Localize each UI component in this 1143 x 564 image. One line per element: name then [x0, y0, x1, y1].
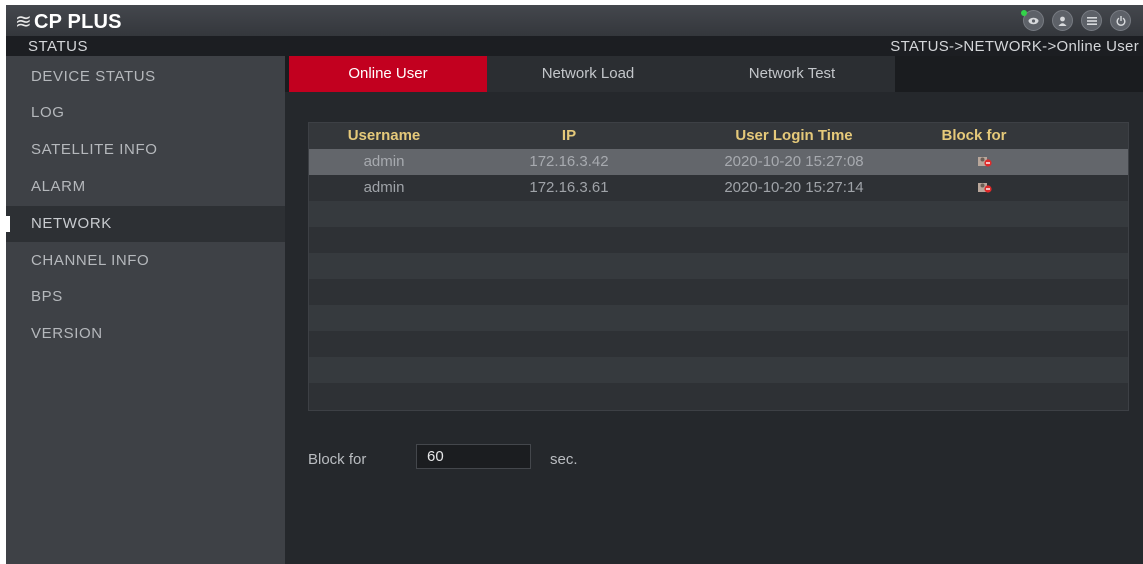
empty-row — [309, 253, 1128, 279]
table-row[interactable]: admin 172.16.3.61 2020-10-20 15:27:14 — [309, 175, 1128, 201]
block-user-icon[interactable] — [978, 155, 992, 167]
sidebar-item-version[interactable]: VERSION — [6, 316, 285, 352]
sidebar-item-channel-info[interactable]: CHANNEL INFO — [6, 243, 285, 279]
cell-login-time: 2020-10-20 15:27:14 — [724, 179, 864, 196]
cell-username: admin — [363, 153, 405, 170]
live-view-icon[interactable] — [1021, 10, 1044, 31]
cell-ip: 172.16.3.42 — [529, 153, 609, 170]
breadcrumb: STATUS->NETWORK->Online User — [890, 38, 1139, 55]
user-icon[interactable] — [1052, 10, 1073, 31]
sidebar: DEVICE STATUS LOG SATELLITE INFO ALARM N… — [6, 56, 285, 564]
sidebar-item-label: NETWORK — [31, 215, 112, 232]
empty-row — [309, 279, 1128, 305]
logo-text: CP PLUS — [33, 11, 122, 33]
sidebar-item-device-status[interactable]: DEVICE STATUS — [6, 59, 285, 95]
block-duration-input[interactable]: 60 — [416, 444, 531, 469]
top-bar: ≋ CP PLUS — [6, 5, 1143, 36]
block-user-icon[interactable] — [978, 181, 992, 193]
menu-icon[interactable] — [1081, 10, 1102, 31]
sidebar-item-bps[interactable]: BPS — [6, 279, 285, 315]
cell-login-time: 2020-10-20 15:27:08 — [724, 153, 864, 170]
cell-ip: 172.16.3.61 — [529, 179, 609, 196]
main-content: Online User Network Load Network Test Us… — [285, 56, 1143, 564]
tab-network-test[interactable]: Network Test — [689, 56, 895, 92]
cell-username: admin — [363, 179, 405, 196]
toolbar-icons — [1021, 10, 1131, 31]
brand-logo: ≋ CP PLUS — [15, 9, 122, 34]
active-marker — [6, 216, 10, 232]
logo-mark-icon: ≋ — [15, 11, 32, 33]
table-header: Username IP User Login Time Block for — [309, 123, 1128, 149]
table-row[interactable]: admin 172.16.3.42 2020-10-20 15:27:08 — [309, 149, 1128, 175]
empty-row — [309, 357, 1128, 383]
tab-online-user[interactable]: Online User — [289, 56, 487, 92]
tab-bar: Online User Network Load Network Test — [285, 56, 1143, 92]
sidebar-item-satellite-info[interactable]: SATELLITE INFO — [6, 132, 285, 168]
column-header-username: Username — [347, 127, 421, 144]
empty-row — [309, 201, 1128, 227]
app-window: ≋ CP PLUS STATUS STATUS->NETWORK->Online … — [6, 5, 1143, 564]
status-dot — [1021, 10, 1027, 16]
column-header-block-for: Block for — [941, 127, 1007, 144]
column-header-login-time: User Login Time — [735, 127, 853, 144]
online-user-table: Username IP User Login Time Block for ad… — [308, 122, 1129, 411]
empty-row — [309, 331, 1128, 357]
empty-row — [309, 305, 1128, 331]
empty-row — [309, 227, 1128, 253]
empty-row — [309, 383, 1128, 409]
block-for-label: Block for — [308, 451, 367, 468]
sub-header: STATUS STATUS->NETWORK->Online User — [6, 36, 1143, 56]
block-unit-label: sec. — [550, 451, 578, 468]
sidebar-item-alarm[interactable]: ALARM — [6, 169, 285, 205]
tab-network-load[interactable]: Network Load — [487, 56, 689, 92]
power-icon[interactable] — [1110, 10, 1131, 31]
section-title: STATUS — [28, 38, 88, 55]
sidebar-item-network[interactable]: NETWORK — [6, 206, 285, 242]
column-header-ip: IP — [561, 127, 577, 144]
sidebar-item-log[interactable]: LOG — [6, 95, 285, 131]
